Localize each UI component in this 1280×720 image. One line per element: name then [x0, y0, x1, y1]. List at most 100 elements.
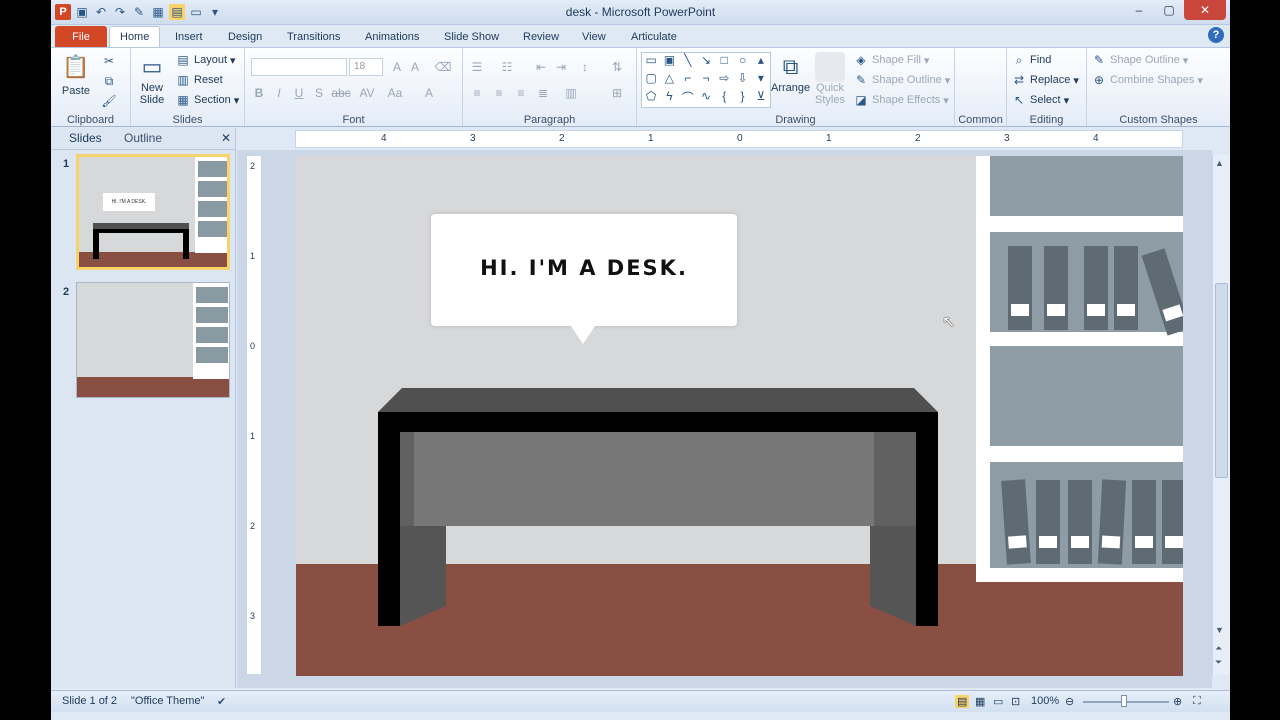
- tab-slides[interactable]: Slides: [69, 131, 102, 145]
- slideshow-icon[interactable]: ⊡: [1011, 695, 1020, 708]
- vertical-scrollbar[interactable]: ▲ ▼ ⏶ ⏷: [1212, 155, 1230, 675]
- strikethrough-icon[interactable]: abc: [331, 85, 350, 101]
- fit-to-window-icon[interactable]: ⛶: [1193, 695, 1201, 708]
- bullets-icon[interactable]: ☰: [469, 59, 485, 75]
- shape-elbow2-icon[interactable]: ¬: [697, 71, 715, 89]
- layout-button[interactable]: ▤ Layout ▾: [175, 52, 235, 68]
- shape-right-arrow-icon[interactable]: ⇨: [715, 71, 733, 89]
- font-color-icon[interactable]: A: [421, 85, 437, 101]
- shape-scroll-icon[interactable]: ▾: [752, 71, 770, 89]
- quick-styles-button[interactable]: Quick Styles: [815, 52, 845, 106]
- shape-down-arrow-icon[interactable]: ⇩: [733, 71, 751, 89]
- shape-line-icon[interactable]: ╲: [679, 53, 697, 71]
- section-button[interactable]: ▦ Section ▾: [175, 92, 239, 108]
- maximize-icon[interactable]: ▢: [1154, 0, 1184, 20]
- close-panel-icon[interactable]: ✕: [221, 131, 231, 145]
- spell-check-icon[interactable]: ✔: [217, 695, 226, 708]
- shape-arrow-line-icon[interactable]: ↘: [697, 53, 715, 71]
- underline-icon[interactable]: U: [291, 85, 307, 101]
- tab-articulate[interactable]: Articulate: [621, 26, 687, 47]
- font-size-field[interactable]: 18: [349, 58, 383, 76]
- tab-file[interactable]: File: [55, 26, 107, 47]
- find-button[interactable]: ⌕ Find: [1011, 52, 1052, 68]
- tab-review[interactable]: Review: [513, 26, 569, 47]
- shape-more-icon[interactable]: ▴: [752, 53, 770, 71]
- shape-oval-icon[interactable]: ○: [733, 53, 751, 71]
- tab-animations[interactable]: Animations: [355, 26, 429, 47]
- decrease-indent-icon[interactable]: ⇤: [533, 59, 549, 75]
- scroll-up-icon[interactable]: ▲: [1215, 158, 1224, 168]
- bookshelf[interactable]: [976, 156, 1183, 582]
- format-painter-icon[interactable]: 🖌: [101, 93, 117, 109]
- previous-slide-icon[interactable]: ⏶: [1215, 643, 1222, 654]
- shape-effects-button[interactable]: ◪ Shape Effects ▾: [853, 92, 949, 108]
- shape-elbow-icon[interactable]: ⌐: [679, 71, 697, 89]
- tab-view[interactable]: View: [572, 26, 616, 47]
- align-center-icon[interactable]: ≡: [491, 85, 507, 101]
- line-spacing-icon[interactable]: ↕: [577, 59, 593, 75]
- normal-view-icon[interactable]: ▤: [955, 695, 970, 708]
- arrange-button[interactable]: ⧉ Arrange: [771, 52, 810, 94]
- shape-brace-left-icon[interactable]: {: [715, 89, 733, 107]
- combine-shapes-button[interactable]: ⊕ Combine Shapes ▾: [1091, 72, 1203, 88]
- shapes-gallery[interactable]: ▭ ▣ ╲ ↘ □ ○ ▴ ▢ △ ⌐ ¬ ⇨ ⇩ ▾ ⬠ ϟ ⌒ ∿{} ⊻: [641, 52, 771, 108]
- shape-brace-right-icon[interactable]: }: [733, 89, 751, 107]
- new-slide-button[interactable]: ▭ New Slide: [137, 52, 167, 106]
- desk-top[interactable]: [378, 388, 938, 412]
- justify-icon[interactable]: ≣: [535, 85, 551, 101]
- slide-thumbnail-2[interactable]: [76, 282, 230, 398]
- copy-icon[interactable]: ⧉: [101, 73, 117, 89]
- shape-rectangle-icon[interactable]: □: [715, 53, 733, 71]
- align-right-icon[interactable]: ≡: [513, 85, 529, 101]
- smartart-icon[interactable]: ⊞: [609, 85, 625, 101]
- zoom-level[interactable]: 100%: [1031, 695, 1059, 707]
- tab-home[interactable]: Home: [109, 26, 161, 47]
- tab-insert[interactable]: Insert: [165, 26, 213, 47]
- shrink-font-icon[interactable]: A: [407, 59, 423, 75]
- slide-sorter-icon[interactable]: ▦: [975, 695, 985, 708]
- char-spacing-icon[interactable]: AV: [359, 85, 375, 101]
- tab-outline[interactable]: Outline: [124, 131, 162, 145]
- shape-lightning-icon[interactable]: ϟ: [660, 89, 678, 107]
- speech-bubble[interactable]: HI. I'M A DESK.: [431, 214, 737, 326]
- reset-button[interactable]: ▥ Reset: [175, 72, 222, 88]
- zoom-in-icon[interactable]: ⊕: [1173, 695, 1182, 708]
- numbering-icon[interactable]: ☷: [499, 59, 515, 75]
- custom-shape-outline-button[interactable]: ✎ Shape Outline ▾: [1091, 52, 1188, 68]
- shape-pentagon-icon[interactable]: ⬠: [642, 89, 660, 107]
- shape-textbox-icon[interactable]: ▣: [660, 53, 678, 71]
- align-left-icon[interactable]: ≡: [469, 85, 485, 101]
- shape-arc-icon[interactable]: ⌒: [679, 89, 697, 107]
- paste-button[interactable]: 📋 Paste: [61, 52, 91, 97]
- zoom-slider-thumb[interactable]: [1121, 695, 1127, 707]
- reading-view-icon[interactable]: ▭: [993, 695, 1003, 708]
- slide-canvas[interactable]: HI. I'M A DESK.: [296, 156, 1183, 676]
- minimize-icon[interactable]: –: [1124, 0, 1154, 20]
- tab-design[interactable]: Design: [218, 26, 272, 47]
- help-icon[interactable]: ?: [1208, 27, 1224, 43]
- italic-icon[interactable]: I: [271, 85, 287, 101]
- next-slide-icon[interactable]: ⏷: [1215, 657, 1222, 668]
- shape-rect-icon[interactable]: ▭: [642, 53, 660, 71]
- tab-transitions[interactable]: Transitions: [277, 26, 350, 47]
- tab-slide-show[interactable]: Slide Show: [434, 26, 509, 47]
- grow-font-icon[interactable]: A: [389, 59, 405, 75]
- select-button[interactable]: ↖ Select ▾: [1011, 92, 1069, 108]
- change-case-icon[interactable]: Aa: [387, 85, 403, 101]
- text-direction-icon[interactable]: ⇅: [609, 59, 625, 75]
- shape-outline-button[interactable]: ✎ Shape Outline ▾: [853, 72, 950, 88]
- scroll-thumb[interactable]: [1215, 283, 1228, 478]
- font-name-field[interactable]: [251, 58, 347, 76]
- shape-expand-icon[interactable]: ⊻: [752, 89, 770, 107]
- increase-indent-icon[interactable]: ⇥: [553, 59, 569, 75]
- bold-icon[interactable]: B: [251, 85, 267, 101]
- clear-formatting-icon[interactable]: ⌫: [435, 59, 452, 75]
- zoom-out-icon[interactable]: ⊖: [1065, 695, 1074, 708]
- replace-button[interactable]: ⇄ Replace ▾: [1011, 72, 1079, 88]
- shape-roundrect-icon[interactable]: ▢: [642, 71, 660, 89]
- columns-icon[interactable]: ▥: [563, 85, 579, 101]
- shape-fill-button[interactable]: ◈ Shape Fill ▾: [853, 52, 929, 68]
- cut-icon[interactable]: ✂: [101, 53, 117, 69]
- shadow-icon[interactable]: S: [311, 85, 327, 101]
- shape-curve-icon[interactable]: ∿: [697, 89, 715, 107]
